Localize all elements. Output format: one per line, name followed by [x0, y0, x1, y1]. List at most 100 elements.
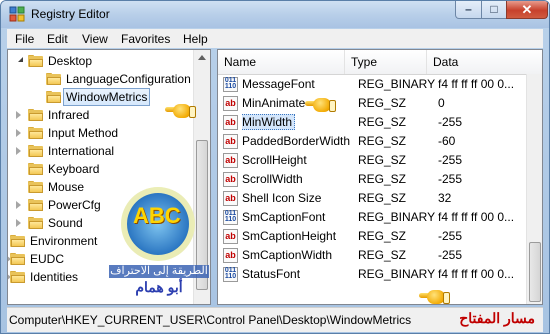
- value-data: -255: [438, 172, 463, 186]
- expand-arrow-icon[interactable]: [16, 147, 21, 155]
- value-name: ScrollWidth: [242, 172, 303, 186]
- value-name: SmCaptionFont: [242, 210, 326, 224]
- value-type: REG_SZ: [358, 191, 407, 205]
- table-row[interactable]: ab ScrollHeight REG_SZ -255: [218, 151, 542, 170]
- tree-item-input-method[interactable]: Input Method: [8, 124, 198, 142]
- tree-item-label: WindowMetrics: [63, 88, 151, 106]
- window-title: Registry Editor: [31, 7, 110, 21]
- scrollbar-thumb[interactable]: [529, 242, 541, 302]
- value-name: Shell Icon Size: [242, 191, 322, 205]
- folder-icon: [28, 163, 43, 175]
- value-name: MinWidth: [242, 114, 296, 130]
- value-name: MessageFont: [242, 77, 315, 91]
- expand-arrow-icon[interactable]: [16, 219, 21, 227]
- watermark-author: أبو همام: [135, 279, 183, 295]
- tree-item-label: Sound: [48, 216, 83, 230]
- menu-view[interactable]: View: [82, 32, 108, 46]
- minimize-button[interactable]: –: [455, 1, 482, 19]
- string-value-icon: ab: [223, 172, 238, 187]
- pointing-hand-icon: [305, 93, 336, 115]
- column-header-type[interactable]: Type: [345, 50, 427, 74]
- tree-item-label: Keyboard: [48, 162, 100, 176]
- value-data: -255: [438, 248, 463, 262]
- value-data: -255: [438, 115, 463, 129]
- value-name: SmCaptionWidth: [242, 248, 333, 262]
- registry-editor-icon: [9, 6, 25, 22]
- table-row-selected[interactable]: ab MinWidth REG_SZ -255: [218, 113, 542, 132]
- string-value-icon: ab: [223, 153, 238, 168]
- menu-favorites[interactable]: Favorites: [121, 32, 170, 46]
- string-value-icon: ab: [223, 248, 238, 263]
- pointing-hand-icon: [419, 285, 450, 307]
- tree-item-label: Input Method: [48, 126, 119, 140]
- maximize-icon: □: [490, 2, 498, 16]
- binary-value-icon: 011 110: [223, 210, 238, 225]
- value-name: SmCaptionHeight: [242, 229, 337, 243]
- table-row[interactable]: 011 110 SmCaptionFont REG_BINARY f4 ff f…: [218, 208, 542, 227]
- expand-arrow-icon[interactable]: [16, 111, 21, 119]
- string-value-icon: ab: [223, 96, 238, 111]
- folder-icon: [28, 109, 43, 121]
- folder-icon: [28, 127, 43, 139]
- watermark-slogan: الطريقة إلى الاحتراف: [109, 265, 209, 278]
- table-row[interactable]: 011 110 StatusFont REG_BINARY f4 ff ff f…: [218, 265, 542, 284]
- close-button[interactable]: ✕: [506, 1, 548, 19]
- value-type: REG_SZ: [358, 248, 407, 262]
- folder-icon: [46, 91, 61, 103]
- value-data: f4 ff ff ff 00 0...: [438, 210, 515, 224]
- value-data: f4 ff ff ff 00 0...: [438, 77, 515, 91]
- value-type: REG_SZ: [358, 115, 407, 129]
- binary-value-icon: 011 110: [223, 77, 238, 92]
- menu-help[interactable]: Help: [183, 32, 208, 46]
- scroll-up-arrow-icon[interactable]: [198, 55, 206, 60]
- table-row[interactable]: ab SmCaptionWidth REG_SZ -255: [218, 246, 542, 265]
- column-header-name[interactable]: Name: [218, 50, 345, 74]
- string-value-icon: ab: [223, 191, 238, 206]
- column-header-data[interactable]: Data: [427, 50, 542, 74]
- collapse-arrow-icon[interactable]: [18, 57, 23, 62]
- tree-item-label: Environment: [30, 234, 98, 248]
- folder-icon: [28, 181, 43, 193]
- value-type: REG_BINARY: [358, 77, 436, 91]
- table-row[interactable]: ab Shell Icon Size REG_SZ 32: [218, 189, 542, 208]
- expand-arrow-icon[interactable]: [16, 129, 21, 137]
- title-bar[interactable]: Registry Editor – □ ✕: [1, 1, 549, 28]
- value-data: -255: [438, 153, 463, 167]
- values-scrollbar[interactable]: [526, 74, 542, 304]
- maximize-button[interactable]: □: [481, 1, 507, 19]
- key-path: Computer\HKEY_CURRENT_USER\Control Panel…: [9, 313, 412, 327]
- folder-icon: [28, 217, 43, 229]
- tree-item-label: EUDC: [30, 252, 65, 266]
- list-header: Name Type Data: [218, 50, 542, 75]
- tree-item-label: PowerCfg: [48, 198, 101, 212]
- folder-icon: [28, 199, 43, 211]
- tree-item-label: International: [48, 144, 115, 158]
- value-type: REG_SZ: [358, 134, 407, 148]
- tree-item-label: LanguageConfiguration: [66, 72, 191, 86]
- tree-item-keyboard[interactable]: Keyboard: [8, 160, 198, 178]
- registry-editor-window: Registry Editor – □ ✕ File Edit View Fav…: [0, 0, 550, 334]
- path-annotation: مسار المفتاح: [459, 310, 535, 326]
- expand-arrow-icon[interactable]: [16, 201, 21, 209]
- menu-file[interactable]: File: [15, 32, 34, 46]
- minimize-icon: –: [465, 2, 472, 16]
- table-row[interactable]: ab MinAnimate REG_SZ 0: [218, 94, 542, 113]
- value-data: -255: [438, 229, 463, 243]
- value-type: REG_BINARY: [358, 267, 436, 281]
- tree-item-label: Identities: [30, 270, 79, 284]
- tree-item-label: Infrared: [48, 108, 90, 122]
- folder-icon: [10, 253, 25, 265]
- watermark-letters: ABC: [133, 203, 181, 228]
- values-list-pane[interactable]: Name Type Data 011 110 MessageFont REG_B…: [217, 49, 543, 305]
- folder-icon: [10, 235, 25, 247]
- tree-item-desktop[interactable]: Desktop: [8, 52, 198, 70]
- table-row[interactable]: ab SmCaptionHeight REG_SZ -255: [218, 227, 542, 246]
- table-row[interactable]: ab ScrollWidth REG_SZ -255: [218, 170, 542, 189]
- table-row[interactable]: 011 110 MessageFont REG_BINARY f4 ff ff …: [218, 75, 542, 94]
- value-name: PaddedBorderWidth: [242, 134, 351, 148]
- tree-item-languageconfiguration[interactable]: LanguageConfiguration: [8, 70, 198, 88]
- tree-item-international[interactable]: International: [8, 142, 198, 160]
- menu-edit[interactable]: Edit: [47, 32, 68, 46]
- value-data: f4 ff ff ff 00 0...: [438, 267, 515, 281]
- table-row[interactable]: ab PaddedBorderWidth REG_SZ -60: [218, 132, 542, 151]
